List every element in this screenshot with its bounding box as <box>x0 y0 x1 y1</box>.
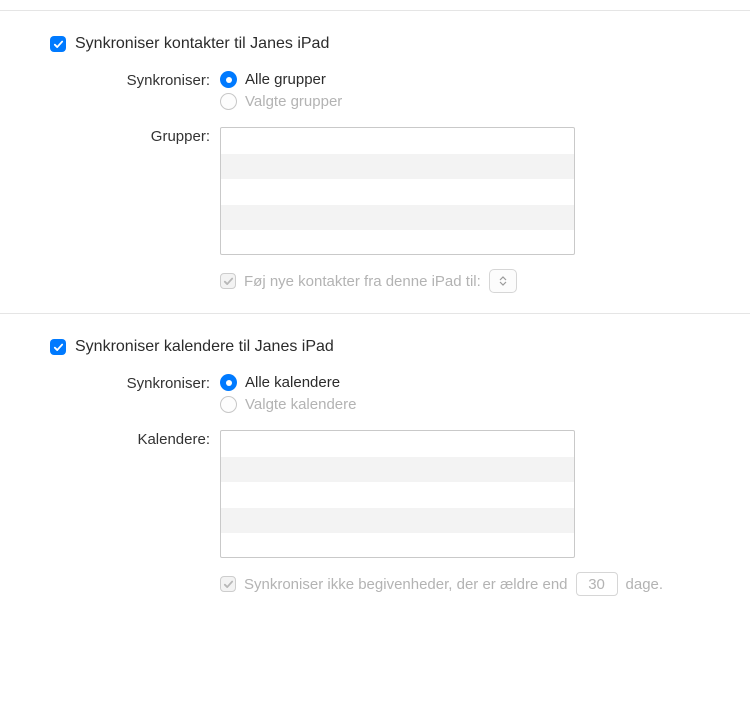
calendars-sync-label: Synkroniser: <box>50 374 220 392</box>
calendars-radio-selected[interactable]: Valgte kalendere <box>220 396 720 413</box>
sync-contacts-checkbox[interactable] <box>50 36 66 52</box>
radio-selected-icon <box>220 71 237 88</box>
radio-label: Alle kalendere <box>245 374 340 391</box>
add-new-contacts-dropdown <box>489 269 517 293</box>
calendars-listbox[interactable] <box>220 430 575 558</box>
events-older-days-suffix: dage. <box>626 576 664 593</box>
add-new-contacts-label: Føj nye kontakter fra denne iPad til: <box>244 273 481 290</box>
groups-listbox[interactable] <box>220 127 575 255</box>
sync-calendars-label: Synkroniser kalendere til Janes iPad <box>75 338 334 356</box>
radio-label: Valgte kalendere <box>245 396 356 413</box>
radio-label: Valgte grupper <box>245 93 342 110</box>
sync-contacts-label: Synkroniser kontakter til Janes iPad <box>75 35 329 53</box>
contacts-sync-label: Synkroniser: <box>50 71 220 89</box>
calendars-section: Synkroniser kalendere til Janes iPad Syn… <box>0 313 750 616</box>
sync-calendars-checkbox[interactable] <box>50 339 66 355</box>
groups-label: Grupper: <box>50 127 220 145</box>
events-older-label: Synkroniser ikke begivenheder, der er æl… <box>244 576 568 593</box>
calendars-list-label: Kalendere: <box>50 430 220 448</box>
radio-selected-icon <box>220 374 237 391</box>
events-older-checkbox <box>220 576 236 592</box>
contacts-radio-all-groups[interactable]: Alle grupper <box>220 71 720 88</box>
radio-unselected-icon <box>220 396 237 413</box>
contacts-radio-selected-groups[interactable]: Valgte grupper <box>220 93 720 110</box>
radio-unselected-icon <box>220 93 237 110</box>
radio-label: Alle grupper <box>245 71 326 88</box>
events-older-days-input: 30 <box>576 572 618 596</box>
calendars-radio-all[interactable]: Alle kalendere <box>220 374 720 391</box>
contacts-section: Synkroniser kontakter til Janes iPad Syn… <box>0 11 750 313</box>
add-new-contacts-checkbox <box>220 273 236 289</box>
